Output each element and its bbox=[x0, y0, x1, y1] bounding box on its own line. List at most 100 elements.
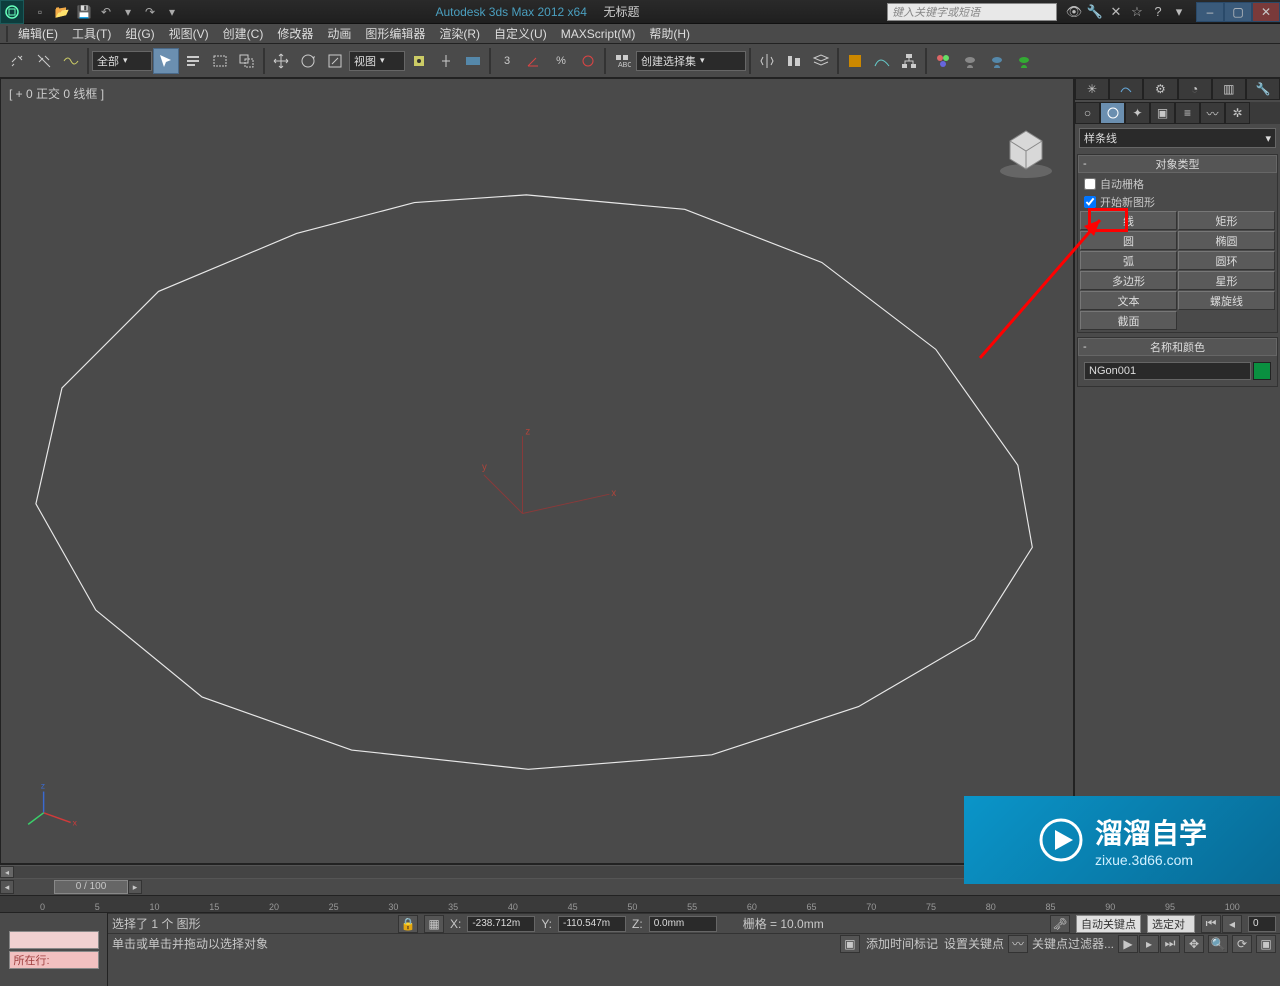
render-setup-icon[interactable] bbox=[957, 48, 983, 74]
tab-motion[interactable]: ◔ bbox=[1178, 78, 1212, 100]
menu-customize[interactable]: 自定义(U) bbox=[488, 23, 553, 44]
sub-helpers[interactable]: ≡ bbox=[1175, 102, 1200, 124]
start-new-shape-checkbox[interactable] bbox=[1084, 196, 1096, 208]
current-frame[interactable]: 0 bbox=[1248, 916, 1276, 932]
sub-systems[interactable]: ✲ bbox=[1225, 102, 1250, 124]
render-prod-icon[interactable] bbox=[1011, 48, 1037, 74]
curve-editor-icon[interactable] bbox=[869, 48, 895, 74]
btn-text[interactable]: 文本 bbox=[1080, 291, 1177, 310]
render-frame-icon[interactable] bbox=[984, 48, 1010, 74]
coord-x[interactable]: -238.712m bbox=[467, 916, 535, 932]
menu-modifiers[interactable]: 修改器 bbox=[271, 23, 319, 44]
undo-icon[interactable]: ↶ bbox=[96, 2, 116, 22]
angle-snap-icon[interactable] bbox=[521, 48, 547, 74]
next-frame-icon[interactable]: ▸ bbox=[1139, 935, 1159, 953]
help-icon[interactable]: ? bbox=[1149, 3, 1167, 21]
btn-circle[interactable]: 圆 bbox=[1080, 231, 1177, 250]
selection-filter-dropdown[interactable]: 全部 bbox=[92, 51, 152, 71]
link-icon[interactable] bbox=[4, 48, 30, 74]
bind-space-warp-icon[interactable] bbox=[58, 48, 84, 74]
viewport-nav-max-icon[interactable]: ▣ bbox=[1256, 935, 1276, 953]
new-icon[interactable]: ▫ bbox=[30, 2, 50, 22]
btn-section[interactable]: 截面 bbox=[1080, 311, 1177, 330]
menu-tools[interactable]: 工具(T) bbox=[66, 23, 117, 44]
btn-rectangle[interactable]: 矩形 bbox=[1178, 211, 1275, 230]
isolate-icon[interactable]: ▦ bbox=[424, 915, 444, 933]
view-cube[interactable] bbox=[994, 119, 1058, 183]
tab-utilities[interactable]: 🔧 bbox=[1246, 78, 1280, 100]
btn-line[interactable]: 线 bbox=[1080, 211, 1177, 230]
menu-maxscript[interactable]: MAXScript(M) bbox=[555, 25, 642, 43]
prev-frame-icon[interactable]: ◂ bbox=[1222, 915, 1242, 933]
goto-end-icon[interactable]: ⏭ bbox=[1160, 935, 1180, 953]
play-icon[interactable]: ▶ bbox=[1118, 935, 1138, 953]
search-input[interactable]: 键入关键字或短语 bbox=[887, 3, 1057, 21]
graphite-icon[interactable] bbox=[842, 48, 868, 74]
time-prev[interactable]: ◂ bbox=[0, 880, 14, 894]
shape-category-dropdown[interactable]: 样条线 bbox=[1079, 128, 1276, 148]
move-icon[interactable] bbox=[268, 48, 294, 74]
window-crossing-icon[interactable] bbox=[234, 48, 260, 74]
viewport-nav-pan-icon[interactable]: ✥ bbox=[1184, 935, 1204, 953]
btn-star[interactable]: 星形 bbox=[1178, 271, 1275, 290]
btn-ellipse[interactable]: 椭圆 bbox=[1178, 231, 1275, 250]
menu-views[interactable]: 视图(V) bbox=[163, 23, 215, 44]
time-tag-icon[interactable]: ▣ bbox=[840, 935, 860, 953]
redo-dropdown-icon[interactable]: ▾ bbox=[162, 2, 182, 22]
spinner-snap-icon[interactable] bbox=[575, 48, 601, 74]
snap-toggle-icon[interactable]: 3 bbox=[494, 48, 520, 74]
manipulate-icon[interactable] bbox=[433, 48, 459, 74]
set-key-button[interactable]: 设置关键点 bbox=[944, 935, 1004, 952]
sub-cameras[interactable]: ▣ bbox=[1150, 102, 1175, 124]
pivot-center-icon[interactable] bbox=[406, 48, 432, 74]
btn-ngon[interactable]: 多边形 bbox=[1080, 271, 1177, 290]
goto-start-icon[interactable]: ⏮ bbox=[1201, 915, 1221, 933]
add-time-tag[interactable]: 添加时间标记 bbox=[866, 935, 938, 952]
select-object-icon[interactable] bbox=[153, 48, 179, 74]
sub-geometry[interactable]: ○ bbox=[1075, 102, 1100, 124]
key-mode-icon[interactable]: 〰 bbox=[1008, 935, 1028, 953]
object-name-input[interactable] bbox=[1084, 362, 1251, 380]
schematic-view-icon[interactable] bbox=[896, 48, 922, 74]
favorite-icon[interactable]: ☆ bbox=[1128, 3, 1146, 21]
rotate-icon[interactable] bbox=[295, 48, 321, 74]
app-icon[interactable] bbox=[0, 0, 24, 24]
time-ruler[interactable]: 0510152025303540455055606570758085909510… bbox=[0, 895, 1280, 913]
auto-key-button[interactable]: 自动关键点 bbox=[1076, 915, 1141, 933]
rectangular-region-icon[interactable] bbox=[207, 48, 233, 74]
viewport-nav-zoom-icon[interactable]: 🔍 bbox=[1208, 935, 1228, 953]
key-icon[interactable]: 🗝 bbox=[1050, 915, 1070, 933]
viewport[interactable]: [ + 0 正交 0 线框 ] y x z z x bbox=[0, 78, 1074, 864]
named-sets-edit-icon[interactable]: ABC bbox=[609, 48, 635, 74]
redo-icon[interactable]: ↷ bbox=[140, 2, 160, 22]
object-color-swatch[interactable] bbox=[1253, 362, 1271, 380]
align-icon[interactable] bbox=[781, 48, 807, 74]
tab-create[interactable]: ✳ bbox=[1075, 78, 1109, 100]
menu-animation[interactable]: 动画 bbox=[321, 23, 357, 44]
mirror-icon[interactable] bbox=[754, 48, 780, 74]
maximize-button[interactable]: ▢ bbox=[1224, 2, 1252, 22]
btn-arc[interactable]: 弧 bbox=[1080, 251, 1177, 270]
select-by-name-icon[interactable] bbox=[180, 48, 206, 74]
menu-create[interactable]: 创建(C) bbox=[217, 23, 270, 44]
layers-icon[interactable] bbox=[808, 48, 834, 74]
coord-y[interactable]: -110.547m bbox=[558, 916, 626, 932]
tab-hierarchy[interactable]: ⚙ bbox=[1143, 78, 1177, 100]
reference-coord-dropdown[interactable]: 视图 bbox=[349, 51, 405, 71]
sub-spacewarps[interactable]: 〰 bbox=[1200, 102, 1225, 124]
menu-grapheditors[interactable]: 图形编辑器 bbox=[359, 23, 431, 44]
key-icon[interactable]: 🔧 bbox=[1086, 3, 1104, 21]
percent-snap-icon[interactable]: % bbox=[548, 48, 574, 74]
coord-z[interactable]: 0.0mm bbox=[649, 916, 717, 932]
btn-donut[interactable]: 圆环 bbox=[1178, 251, 1275, 270]
script-listener[interactable]: 所在行: bbox=[0, 913, 108, 986]
sub-lights[interactable]: ✦ bbox=[1125, 102, 1150, 124]
hscroll-left[interactable]: ◂ bbox=[0, 866, 14, 878]
time-slider-handle[interactable]: 0 / 100 bbox=[54, 880, 128, 894]
minimize-button[interactable]: – bbox=[1196, 2, 1224, 22]
keyboard-shortcut-icon[interactable] bbox=[460, 48, 486, 74]
time-next[interactable]: ▸ bbox=[128, 880, 142, 894]
scale-icon[interactable] bbox=[322, 48, 348, 74]
close-button[interactable]: ✕ bbox=[1252, 2, 1280, 22]
btn-helix[interactable]: 螺旋线 bbox=[1178, 291, 1275, 310]
